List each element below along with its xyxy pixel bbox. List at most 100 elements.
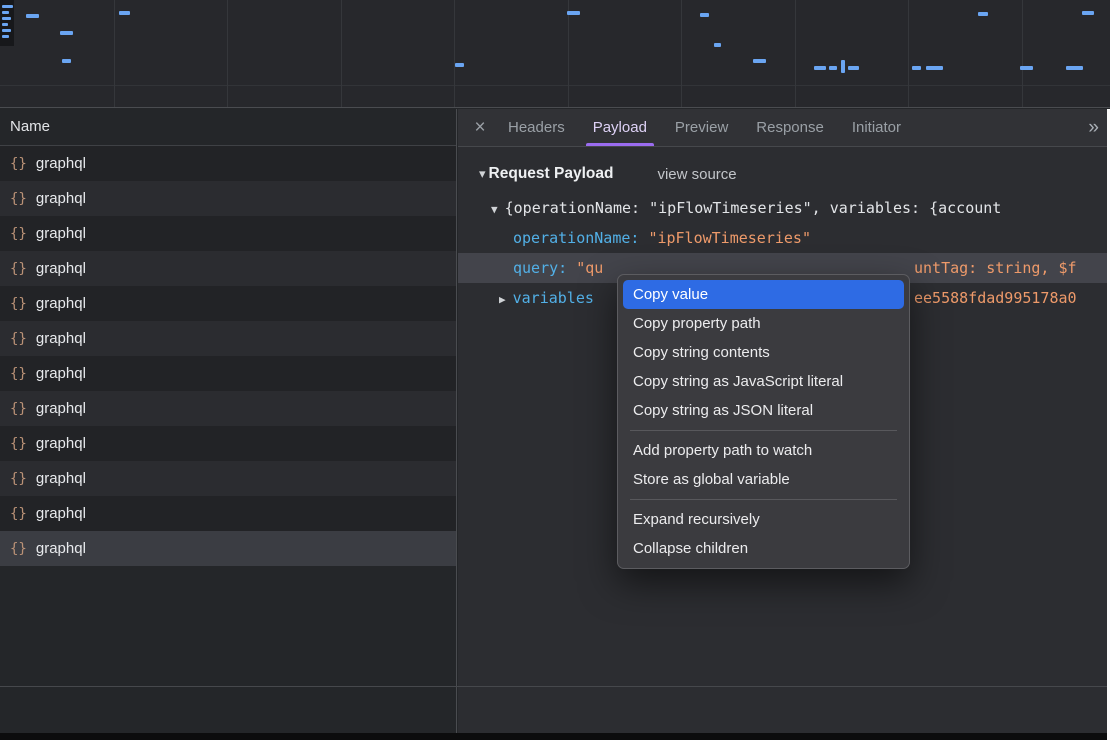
request-row[interactable]: {} graphql bbox=[0, 531, 456, 566]
network-activity-bar bbox=[1082, 11, 1094, 15]
menu-item-expand-recursively[interactable]: Expand recursively bbox=[623, 505, 904, 534]
property-key: query: bbox=[513, 259, 567, 277]
menu-item-copy-value[interactable]: Copy value bbox=[623, 280, 904, 309]
menu-item-add-property-path-to-watch[interactable]: Add property path to watch bbox=[623, 436, 904, 465]
collapsed-arrow-icon[interactable]: ▶ bbox=[499, 293, 506, 306]
section-title: Request Payload bbox=[489, 165, 614, 183]
network-activity-bar bbox=[567, 11, 580, 15]
tab-response[interactable]: Response bbox=[742, 109, 838, 146]
network-activity-bar bbox=[926, 66, 943, 70]
json-braces-icon: {} bbox=[10, 506, 27, 522]
property-key: operationName: bbox=[513, 229, 639, 247]
menu-separator bbox=[630, 430, 897, 431]
expanded-arrow-icon[interactable]: ▼ bbox=[491, 203, 498, 216]
json-braces-icon: {} bbox=[10, 296, 27, 312]
network-activity-bar bbox=[912, 66, 921, 70]
status-bar-divider bbox=[0, 686, 1110, 687]
network-activity-bar bbox=[829, 66, 837, 70]
tab-initiator[interactable]: Initiator bbox=[838, 109, 915, 146]
close-icon[interactable]: × bbox=[466, 117, 494, 139]
network-activity-bar bbox=[714, 43, 721, 47]
view-source-link[interactable]: view source bbox=[657, 166, 736, 183]
request-row[interactable]: {}graphql bbox=[0, 146, 456, 181]
request-name: graphql bbox=[36, 295, 86, 312]
network-activity-bar bbox=[848, 66, 859, 70]
property-key: variables bbox=[513, 289, 594, 307]
request-list-panel: Name {}graphql{}graphql{}graphql{}graphq… bbox=[0, 109, 457, 733]
details-tabs: HeadersPayloadPreviewResponseInitiator bbox=[494, 109, 915, 146]
timeline-gridline bbox=[908, 0, 909, 107]
menu-item-copy-property-path[interactable]: Copy property path bbox=[623, 309, 904, 338]
json-braces-icon: {} bbox=[10, 471, 27, 487]
request-name: graphql bbox=[36, 400, 86, 417]
network-activity-bar bbox=[753, 59, 766, 63]
request-row[interactable]: {} graphql bbox=[0, 216, 456, 251]
details-tab-bar: × HeadersPayloadPreviewResponseInitiator… bbox=[458, 109, 1107, 147]
tab-headers[interactable]: Headers bbox=[494, 109, 579, 146]
bottom-edge-bar bbox=[0, 733, 1110, 740]
request-row[interactable]: {} graphql bbox=[0, 461, 456, 496]
menu-item-copy-string-contents[interactable]: Copy string contents bbox=[623, 338, 904, 367]
name-column-header[interactable]: Name bbox=[0, 109, 456, 146]
request-name: graphql bbox=[36, 330, 86, 347]
tree-row-operation-name[interactable]: operationName: "ipFlowTimeseries" bbox=[458, 223, 1107, 253]
request-rows: {} graphql {} graphql {} graphql {} graphql {} gr… bbox=[0, 146, 456, 566]
json-braces-icon: {} bbox=[10, 366, 27, 382]
network-activity-bar bbox=[2, 35, 9, 38]
json-braces-icon: {} bbox=[10, 541, 27, 557]
timeline-gridline bbox=[114, 0, 115, 107]
timeline-gridline bbox=[681, 0, 682, 107]
menu-item-store-as-global-variable[interactable]: Store as global variable bbox=[623, 465, 904, 494]
json-braces-icon: {} bbox=[10, 226, 27, 242]
json-braces-icon: {} bbox=[10, 261, 27, 277]
network-activity-bar bbox=[978, 12, 988, 16]
request-row[interactable]: {} graphql bbox=[0, 181, 456, 216]
request-name: graphql bbox=[36, 190, 86, 207]
request-payload-section-header[interactable]: ▾ Request Payload view source bbox=[458, 161, 1107, 187]
devtools-network-window: Name {}graphql{}graphql{}graphql{}graphq… bbox=[0, 0, 1110, 740]
more-tabs-icon[interactable]: » bbox=[1088, 117, 1099, 139]
menu-separator bbox=[630, 499, 897, 500]
network-activity-bar bbox=[841, 60, 845, 73]
timeline-gridline bbox=[227, 0, 228, 107]
timeline-gridline bbox=[795, 0, 796, 107]
menu-item-collapse-children[interactable]: Collapse children bbox=[623, 534, 904, 563]
request-name: graphql bbox=[36, 365, 86, 382]
request-name: graphql bbox=[36, 540, 86, 557]
network-activity-bar bbox=[700, 13, 709, 17]
request-name: graphql bbox=[36, 470, 86, 487]
network-activity-bar bbox=[1020, 66, 1033, 70]
request-row[interactable]: {}graphql bbox=[0, 251, 456, 286]
network-activity-bar bbox=[2, 11, 9, 14]
tab-preview[interactable]: Preview bbox=[661, 109, 742, 146]
name-column-label: Name bbox=[10, 118, 50, 135]
request-name: graphql bbox=[36, 435, 86, 452]
json-braces-icon: {} bbox=[10, 191, 27, 207]
network-activity-bar bbox=[60, 31, 73, 35]
request-name: graphql bbox=[36, 225, 86, 242]
json-braces-icon: {} bbox=[10, 331, 27, 347]
tab-payload[interactable]: Payload bbox=[579, 109, 661, 146]
network-activity-bar bbox=[62, 59, 71, 63]
menu-item-copy-string-as-javascript-literal[interactable]: Copy string as JavaScript literal bbox=[623, 367, 904, 396]
timeline-gridline bbox=[341, 0, 342, 107]
request-row[interactable]: {} graphql bbox=[0, 426, 456, 461]
request-row[interactable]: {} graphql bbox=[0, 391, 456, 426]
request-name: graphql bbox=[36, 155, 86, 172]
network-activity-bar bbox=[26, 14, 39, 18]
network-activity-bar bbox=[2, 17, 11, 20]
json-braces-icon: {} bbox=[10, 436, 27, 452]
network-overview-timeline[interactable] bbox=[0, 0, 1110, 108]
request-row[interactable]: {}graphql bbox=[0, 496, 456, 531]
request-row[interactable]: {} graphql bbox=[0, 356, 456, 391]
menu-item-copy-string-as-json-literal[interactable]: Copy string as JSON literal bbox=[623, 396, 904, 425]
collapse-triangle-icon[interactable]: ▾ bbox=[479, 166, 486, 182]
property-value: "ipFlowTimeseries" bbox=[648, 229, 811, 247]
property-value-right: ee5588fdad995178a0 bbox=[914, 283, 1077, 313]
json-braces-icon: {} bbox=[10, 401, 27, 417]
tree-row-root-preview[interactable]: ▼ {operationName: "ipFlowTimeseries", var… bbox=[458, 193, 1107, 223]
request-row[interactable]: {} graphql bbox=[0, 321, 456, 356]
object-preview-text: {operationName: "ipFlowTimeseries", vari… bbox=[505, 199, 1002, 217]
timeline-horizontal-divider bbox=[0, 85, 1110, 86]
request-row[interactable]: {} graphql bbox=[0, 286, 456, 321]
